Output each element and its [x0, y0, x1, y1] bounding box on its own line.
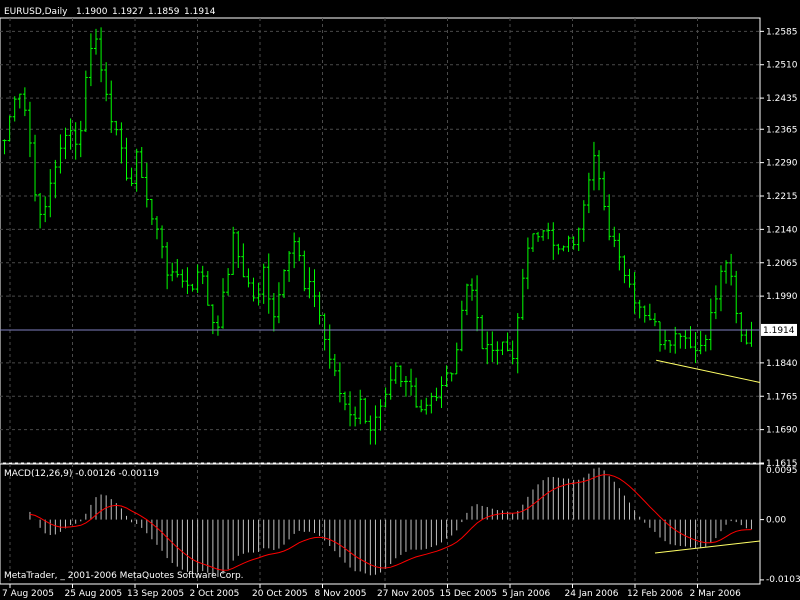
- time-tick-label: 13 Sep 2005: [127, 589, 184, 599]
- price-tick-label: 1.1765: [766, 392, 798, 402]
- chart-background: [0, 0, 800, 600]
- time-tick-label: 5 Jan 2006: [502, 589, 550, 599]
- price-tick-label: 1.2215: [766, 192, 798, 202]
- time-tick-label: 7 Aug 2005: [2, 589, 54, 599]
- time-tick-label: 2 Oct 2005: [190, 589, 240, 599]
- macd-tick-label: 0.00: [766, 516, 786, 526]
- open-value: 1.1900: [76, 7, 108, 17]
- close-value: 1.1914: [184, 7, 216, 17]
- macd-tick-label: -0.0103: [766, 575, 800, 585]
- time-tick-label: 24 Jan 2006: [565, 589, 619, 599]
- time-tick-label: 2 Mar 2006: [690, 589, 742, 599]
- price-tick-label: 1.1690: [766, 426, 798, 436]
- chart-canvas: 1.2585 1.2510 1.2435 1.2365 1.2290 1.2215 1.21…: [0, 0, 800, 600]
- time-tick-label: 8 Nov 2005: [315, 589, 367, 599]
- price-tick-label: 1.1840: [766, 359, 798, 369]
- macd-title: MACD(12,26,9) -0.00126 -0.00119: [4, 469, 159, 479]
- symbol-label: EURUSD,Daily: [4, 7, 68, 17]
- price-tick-label: 1.2065: [766, 259, 798, 269]
- time-tick-label: 25 Aug 2005: [65, 589, 123, 599]
- time-tick-label: 20 Oct 2005: [252, 589, 308, 599]
- low-value: 1.1859: [148, 7, 180, 17]
- time-tick-label: 15 Dec 2005: [440, 589, 498, 599]
- price-tick-label: 1.2140: [766, 225, 798, 235]
- price-tick-label: 1.2365: [766, 125, 798, 135]
- time-tick-label: 12 Feb 2006: [627, 589, 683, 599]
- high-value: 1.1927: [112, 7, 144, 17]
- macd-tick-label: 0.0095: [766, 466, 798, 476]
- price-tick-label: 1.2290: [766, 159, 798, 169]
- price-tick-label: 1.2435: [766, 94, 798, 104]
- time-tick-label: 27 Nov 2005: [377, 589, 435, 599]
- copyright-label: MetaTrader, _ 2001-2006 MetaQuotes Softw…: [4, 571, 244, 581]
- current-price-label: 1.1914: [763, 326, 795, 336]
- price-tick-label: 1.1990: [766, 292, 798, 302]
- price-tick-label: 1.2585: [766, 27, 798, 37]
- price-tick-label: 1.2510: [766, 61, 798, 71]
